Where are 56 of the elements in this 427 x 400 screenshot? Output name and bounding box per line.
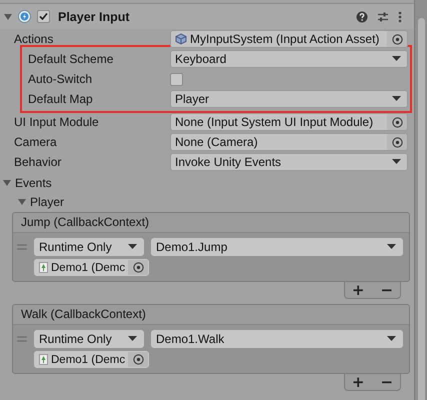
caret-icon bbox=[128, 336, 137, 342]
component-title: Player Input bbox=[58, 10, 131, 24]
help-icon[interactable] bbox=[356, 10, 368, 22]
check-icon bbox=[38, 11, 49, 22]
expand-arrow-icon[interactable] bbox=[3, 178, 11, 186]
object-field[interactable]: MyInputSystem (Input Action Asset) bbox=[170, 30, 408, 48]
dropdown[interactable]: Runtime Only bbox=[34, 330, 144, 348]
checkbox[interactable] bbox=[37, 10, 50, 23]
remove-button[interactable]: − bbox=[378, 282, 396, 298]
property-label: Camera bbox=[14, 135, 58, 149]
section-label: Events bbox=[15, 176, 52, 190]
more-icon[interactable] bbox=[398, 10, 402, 22]
dropdown[interactable]: Runtime Only bbox=[34, 238, 144, 256]
object-field[interactable]: Demo1 (Demc bbox=[34, 351, 150, 368]
dropdown[interactable]: Invoke Unity Events bbox=[170, 153, 408, 171]
caret-icon bbox=[387, 336, 396, 342]
property-label: Behavior bbox=[14, 155, 62, 169]
drag-handle-icon[interactable] bbox=[17, 244, 27, 250]
caret-icon bbox=[392, 56, 401, 62]
picker-icon[interactable] bbox=[392, 34, 402, 44]
object-field[interactable]: Demo1 (Demc bbox=[34, 259, 150, 276]
dropdown[interactable]: Demo1.Jump bbox=[151, 238, 403, 256]
add-button[interactable]: + bbox=[350, 282, 366, 298]
picker-icon[interactable] bbox=[132, 262, 144, 273]
remove-button[interactable]: − bbox=[378, 374, 396, 390]
property-label: Actions bbox=[14, 32, 54, 46]
cube-icon bbox=[175, 33, 187, 45]
scrollbar[interactable] bbox=[414, 0, 427, 400]
property-label: Default Scheme bbox=[28, 52, 114, 66]
property-label: UI Input Module bbox=[14, 115, 100, 129]
lightning-icon bbox=[18, 10, 31, 23]
expand-arrow-icon[interactable] bbox=[4, 12, 12, 20]
expand-arrow-icon[interactable] bbox=[18, 198, 26, 206]
event-title: Walk (CallbackContext) bbox=[13, 305, 409, 325]
object-field[interactable]: None (Camera) bbox=[170, 133, 408, 151]
caret-icon bbox=[392, 159, 401, 165]
picker-icon[interactable] bbox=[392, 116, 402, 128]
file-icon bbox=[39, 262, 48, 273]
dropdown[interactable]: Keyboard bbox=[170, 50, 408, 68]
event-title: Jump (CallbackContext) bbox=[13, 213, 409, 233]
property-label: Auto-Switch bbox=[28, 72, 94, 86]
group-label: Player bbox=[30, 194, 64, 208]
caret-icon bbox=[392, 96, 401, 102]
caret-icon bbox=[387, 244, 396, 250]
checkbox[interactable] bbox=[170, 72, 183, 86]
picker-icon[interactable] bbox=[392, 136, 402, 148]
dropdown[interactable]: Demo1.Walk bbox=[151, 330, 403, 348]
file-icon bbox=[39, 354, 48, 365]
object-field[interactable]: None (Input System UI Input Module) bbox=[170, 113, 408, 131]
dropdown[interactable]: Player bbox=[170, 90, 408, 108]
property-label: Default Map bbox=[28, 92, 94, 106]
picker-icon[interactable] bbox=[132, 354, 144, 365]
caret-icon bbox=[128, 244, 137, 250]
drag-handle-icon[interactable] bbox=[17, 336, 27, 342]
add-button[interactable]: + bbox=[350, 374, 366, 390]
sliders-icon[interactable] bbox=[377, 10, 389, 22]
